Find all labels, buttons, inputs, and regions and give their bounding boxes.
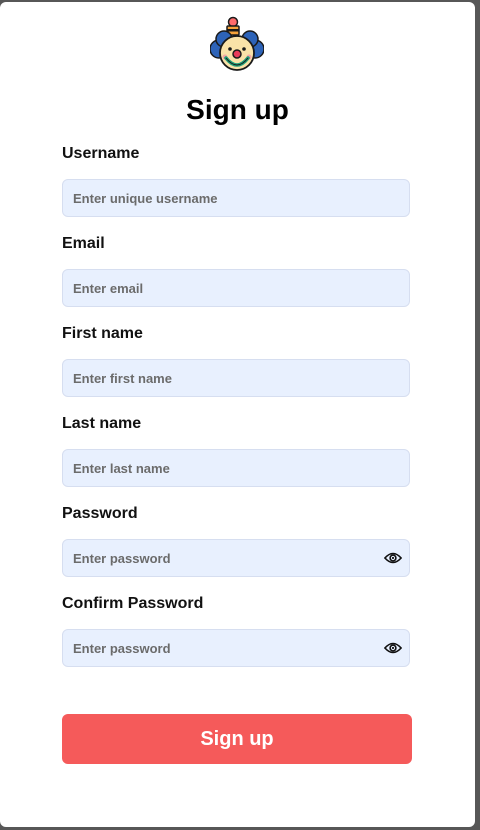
email-label: Email: [62, 235, 105, 252]
eye-icon[interactable]: [384, 551, 402, 565]
confirm-password-field-box: [62, 629, 410, 667]
confirm-password-input[interactable]: [63, 630, 409, 666]
username-label: Username: [62, 145, 140, 162]
first-name-input[interactable]: [63, 360, 409, 396]
last-name-label: Last name: [62, 415, 142, 432]
email-input[interactable]: [63, 270, 409, 306]
last-name-input[interactable]: [63, 450, 409, 486]
last-name-field-box: [62, 449, 410, 487]
password-field-box: [62, 539, 410, 577]
username-input[interactable]: [63, 180, 409, 216]
sign-up-button[interactable]: Sign up: [62, 714, 412, 764]
username-field-box: [62, 179, 410, 217]
first-name-label: First name: [62, 325, 143, 342]
eye-icon[interactable]: [384, 641, 402, 655]
password-input[interactable]: [63, 540, 409, 576]
password-label: Password: [62, 505, 138, 522]
page-title: Sign up: [186, 94, 289, 125]
first-name-field-box: [62, 359, 410, 397]
signup-modal: Sign up Username Email First name Last n…: [0, 2, 475, 827]
clown-logo-icon: [210, 16, 264, 71]
confirm-password-label: Confirm Password: [62, 595, 204, 612]
email-field-box: [62, 269, 410, 307]
